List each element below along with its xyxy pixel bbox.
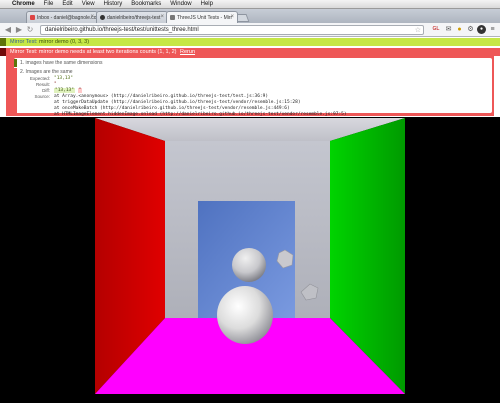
menu-help[interactable]: Help: [201, 1, 213, 7]
url-text: danielribeiro.github.io/threejs-test/tes…: [45, 26, 199, 33]
webgl-canvas[interactable]: [0, 117, 500, 403]
test-counts: (0, 3, 3): [70, 39, 90, 45]
scene-render: [95, 118, 405, 394]
diff-label: Diff:: [42, 88, 50, 93]
test-fail-text: Mirror Test: mirror demo needs at least …: [10, 49, 177, 55]
pass-marker: [14, 59, 17, 67]
close-icon[interactable]: ×: [90, 14, 94, 20]
mac-menu-bar: Chrome File Edit View History Bookmarks …: [0, 0, 500, 9]
menu-app-name[interactable]: Chrome: [12, 1, 35, 7]
menu-window[interactable]: Window: [170, 1, 191, 7]
assertion-list: 1. images have the same dimensions 2. Im…: [14, 58, 492, 117]
tab-inbox[interactable]: Inbox - daniel@bagnole.co ×: [26, 11, 98, 23]
extension-icon[interactable]: ✉: [444, 25, 453, 34]
menu-history[interactable]: History: [104, 1, 123, 7]
reload-icon[interactable]: ↻: [25, 25, 35, 35]
wrench-icon[interactable]: ≡: [488, 25, 497, 34]
result-label: Result:: [35, 82, 50, 87]
menu-file[interactable]: File: [44, 1, 54, 7]
forward-icon[interactable]: ▶: [14, 25, 24, 35]
github-icon[interactable]: ●: [477, 25, 486, 34]
gear-icon[interactable]: ⚙: [466, 25, 475, 34]
tab-unit-tests[interactable]: ThreeJS Unit Tests - Mirr ×: [166, 11, 238, 23]
test-pass-row[interactable]: Mirror Test: mirror demo (0, 3, 3): [0, 38, 500, 46]
back-icon[interactable]: ◀: [3, 25, 13, 35]
failed-test-detail: 1. images have the same dimensions 2. Im…: [6, 56, 494, 117]
assertion-pass: 1. images have the same dimensions: [14, 59, 492, 67]
fail-marker: [14, 68, 17, 113]
star-icon[interactable]: ☆: [415, 26, 421, 35]
page-icon: [170, 15, 175, 20]
tab-label: ThreeJS Unit Tests - Mirr: [177, 15, 233, 21]
menu-edit[interactable]: Edit: [62, 1, 72, 7]
source-line: at onceMakeBatch (http://danielribeiro.g…: [54, 106, 290, 111]
source-line: at Array.<anonymous> (http://danielribei…: [54, 94, 269, 99]
result-value: ": [54, 82, 57, 87]
source-line: at triggerDataUpdate (http://danielribei…: [54, 100, 301, 105]
assertion-text: 1. images have the same dimensions: [20, 60, 103, 66]
rerun-link[interactable]: Rerun: [180, 49, 195, 55]
qunit-results: Mirror Test: mirror demo (0, 3, 3) Mirro…: [0, 37, 500, 117]
tab-label: danielribeiro/threejs-test: [107, 15, 161, 21]
expected-value: "13,13": [54, 76, 73, 81]
test-name: mirror demo: [38, 39, 69, 45]
test-fail-row[interactable]: Mirror Test: mirror demo needs at least …: [0, 48, 500, 56]
assertion-text: 2. Images are the same: [20, 69, 73, 75]
menu-view[interactable]: View: [82, 1, 95, 7]
address-bar[interactable]: danielribeiro.github.io/threejs-test/tes…: [40, 24, 424, 35]
tab-label: Inbox - daniel@bagnole.co: [37, 15, 97, 21]
tab-strip: Inbox - daniel@bagnole.co × danielribeir…: [0, 9, 500, 23]
diff-added: ": [77, 88, 83, 93]
github-icon: [100, 15, 105, 20]
lightbulb-icon[interactable]: ●: [455, 25, 464, 34]
gmail-icon: [30, 15, 35, 20]
diff-removed: "13,13": [54, 88, 75, 93]
source-label: Source:: [34, 94, 50, 99]
menu-bookmarks[interactable]: Bookmarks: [131, 1, 161, 7]
gl-extension-icon[interactable]: GL: [430, 25, 442, 34]
far-sphere: [232, 248, 266, 282]
close-icon[interactable]: ×: [160, 14, 164, 20]
diff-value: "13,13" ": [54, 88, 83, 93]
expected-label: Expected:: [29, 76, 50, 81]
browser-toolbar: ◀ ▶ ↻ danielribeiro.github.io/threejs-te…: [0, 23, 500, 37]
close-icon[interactable]: ×: [230, 14, 234, 20]
large-sphere: [217, 286, 273, 344]
tab-github[interactable]: danielribeiro/threejs-test ×: [96, 11, 168, 23]
test-module: Mirror Test:: [10, 39, 38, 45]
